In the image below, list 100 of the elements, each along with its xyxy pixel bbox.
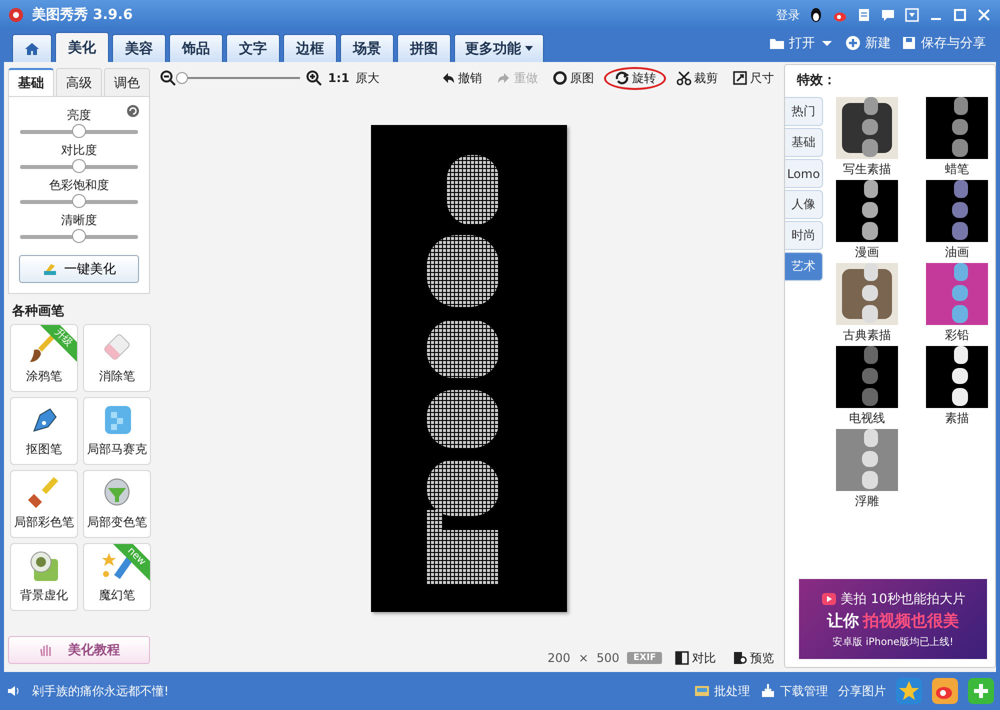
circle-icon	[552, 70, 568, 86]
rotate-icon	[614, 70, 630, 86]
new-button[interactable]: 新建	[845, 34, 891, 52]
brush-tool[interactable]: 局部彩色笔	[10, 470, 78, 538]
panel-title: 特效：	[797, 72, 837, 89]
undo-button[interactable]: 撤销	[436, 68, 486, 88]
menu-tab[interactable]: 饰品	[169, 34, 223, 62]
brush-tool[interactable]: 消除笔	[83, 324, 151, 392]
times-sign: ×	[578, 651, 588, 665]
menu-tab[interactable]: 文字	[226, 34, 280, 62]
effect-label[interactable]: 素描	[945, 410, 969, 427]
crop-button[interactable]: 裁剪	[672, 68, 722, 88]
brush-tool[interactable]: 背景虚化	[10, 543, 78, 611]
home-icon	[24, 40, 40, 56]
brush-tool[interactable]: 局部变色笔	[83, 470, 151, 538]
save-button[interactable]: 保存与分享	[901, 34, 986, 52]
ad-brand: 美拍	[840, 590, 867, 608]
slider-label: 亮度	[67, 107, 91, 124]
zoom-out-icon[interactable]	[160, 70, 176, 86]
status-message: 剁手族的痛你永远都不懂!	[32, 682, 169, 700]
app-logo-icon	[8, 7, 24, 23]
effect-label[interactable]: 电视线	[849, 410, 885, 427]
preview-button[interactable]: 预览	[728, 648, 778, 668]
ad-text: 安卓版 iPhone版均已上线!	[832, 636, 954, 648]
plus-circle-icon	[845, 35, 861, 51]
menu-tab[interactable]: 美容	[112, 34, 166, 62]
save-icon	[901, 35, 917, 51]
brush-tool[interactable]: 魔幻笔 new	[83, 543, 151, 611]
caret-icon	[525, 46, 533, 52]
zoom-in-icon[interactable]	[306, 70, 322, 86]
tutorial-button[interactable]: 美化教程	[8, 636, 150, 664]
close-icon[interactable]	[976, 7, 992, 23]
section-title: 各种画笔	[12, 303, 65, 320]
category-tab[interactable]: 热门	[785, 97, 823, 126]
menu-tab[interactable]: 更多功能	[454, 34, 544, 62]
redo-icon	[496, 70, 512, 86]
actual-size-ratio[interactable]: 1:1	[328, 71, 350, 85]
ad-banner[interactable]: 美拍 10秒也能拍大片 让你 拍视频也很美 安卓版 iPhone版均已上线!	[799, 579, 987, 659]
open-button[interactable]: 打开	[769, 34, 835, 52]
ad-text: 让你	[827, 610, 859, 632]
slider-thumb[interactable]	[72, 194, 86, 208]
category-tab[interactable]: Lomo	[785, 159, 823, 188]
category-tab[interactable]: 时尚	[785, 221, 823, 250]
slider-thumb[interactable]	[72, 124, 86, 138]
ad-headline: 拍视频也很美	[863, 610, 959, 632]
size-button[interactable]: 尺寸	[728, 68, 778, 88]
slider-thumb[interactable]	[72, 229, 86, 243]
effect-label[interactable]: 彩铅	[945, 327, 969, 344]
brush-tool[interactable]: 涂鸦笔 升级	[10, 324, 78, 392]
category-tab[interactable]: 人像	[785, 190, 823, 219]
preview-icon	[732, 650, 748, 666]
category-tab[interactable]: 艺术	[785, 252, 823, 281]
brush-tool[interactable]: 抠图笔	[10, 397, 78, 465]
menu-tab[interactable]: 美化	[55, 32, 109, 62]
slider-label: 清晰度	[61, 212, 97, 229]
magic-wand-icon	[42, 261, 58, 277]
original-button[interactable]: 原图	[548, 68, 598, 88]
slider-thumb[interactable]	[72, 159, 86, 173]
download-icon	[760, 683, 776, 699]
video-camera-icon	[820, 590, 837, 606]
status-button[interactable]: 下载管理	[760, 682, 828, 700]
status-button[interactable]: 分享图片	[838, 682, 886, 700]
image-width: 200	[548, 651, 570, 665]
effect-label[interactable]: 漫画	[855, 244, 879, 261]
panel-tab[interactable]: 调色	[104, 68, 150, 96]
menu-tab[interactable]: 拼图	[397, 34, 451, 62]
reset-icon[interactable]	[127, 105, 139, 117]
add-app-icon[interactable]	[968, 678, 994, 704]
dropdown-icon[interactable]	[904, 7, 920, 23]
star-app-icon[interactable]	[896, 678, 922, 704]
effect-label[interactable]: 写生素描	[843, 161, 891, 178]
rotate-button[interactable]: 旋转	[604, 66, 666, 90]
compare-icon	[674, 650, 690, 666]
auto-enhance-button[interactable]: 一键美化	[19, 255, 139, 283]
panel-tab[interactable]: 高级	[56, 68, 102, 96]
scissors-icon	[676, 70, 692, 86]
document-icon[interactable]	[856, 7, 872, 23]
effect-label[interactable]: 油画	[945, 244, 969, 261]
panel-tab[interactable]: 基础	[8, 68, 54, 96]
actual-size-label[interactable]: 原大	[356, 70, 380, 86]
home-tab[interactable]	[12, 34, 52, 62]
category-tab[interactable]: 基础	[785, 128, 823, 157]
window-title: 美图秀秀 3.9.6	[32, 6, 133, 24]
slider-label: 对比度	[61, 142, 97, 159]
ad-text: 10秒也能拍大片	[870, 590, 966, 608]
resize-icon	[732, 70, 748, 86]
effect-label[interactable]: 浮雕	[855, 493, 879, 510]
maximize-icon[interactable]	[952, 7, 968, 23]
menu-tab[interactable]: 边框	[283, 34, 337, 62]
brush-tool[interactable]: 局部马赛克	[83, 397, 151, 465]
zoom-slider-thumb[interactable]	[176, 72, 188, 84]
batch-icon	[694, 683, 710, 699]
status-button[interactable]: 批处理	[694, 682, 750, 700]
menu-tab[interactable]: 场景	[340, 34, 394, 62]
compare-button[interactable]: 对比	[670, 648, 720, 668]
image-height: 500	[596, 651, 620, 665]
effect-label[interactable]: 古典素描	[843, 327, 891, 344]
chat-icon[interactable]	[880, 7, 896, 23]
login-link[interactable]: 登录	[776, 6, 800, 24]
effect-label[interactable]: 蜡笔	[945, 161, 969, 178]
